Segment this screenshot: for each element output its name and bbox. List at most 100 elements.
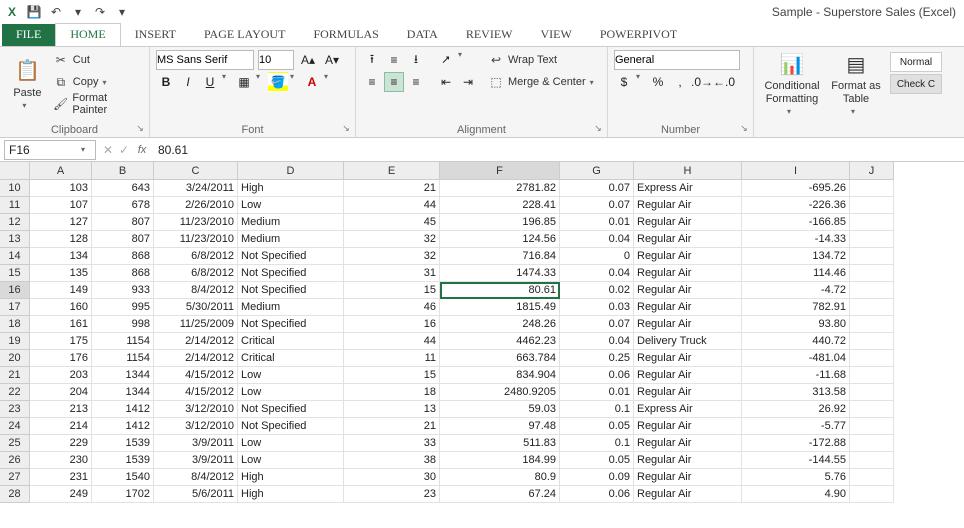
- cell[interactable]: [850, 350, 894, 367]
- cell[interactable]: 161: [30, 316, 92, 333]
- cell[interactable]: -226.36: [742, 197, 850, 214]
- namebox-dropdown-icon[interactable]: ▾: [81, 145, 91, 154]
- cell[interactable]: 46: [344, 299, 440, 316]
- cell[interactable]: 2/14/2012: [154, 333, 238, 350]
- cell[interactable]: 663.784: [440, 350, 560, 367]
- tab-file[interactable]: FILE: [2, 24, 55, 46]
- cell[interactable]: [850, 333, 894, 350]
- cell[interactable]: 124.56: [440, 231, 560, 248]
- format-as-table-button[interactable]: ▤ Format as Table▾: [828, 50, 884, 116]
- cell[interactable]: 107: [30, 197, 92, 214]
- cell[interactable]: 176: [30, 350, 92, 367]
- cell[interactable]: -695.26: [742, 180, 850, 197]
- cell[interactable]: 511.83: [440, 435, 560, 452]
- number-format-combo[interactable]: [614, 50, 740, 70]
- cell[interactable]: Not Specified: [238, 418, 344, 435]
- cell[interactable]: Not Specified: [238, 265, 344, 282]
- cell[interactable]: Medium: [238, 299, 344, 316]
- enter-formula-icon[interactable]: ✓: [116, 142, 132, 158]
- cell[interactable]: Low: [238, 197, 344, 214]
- excel-app-icon[interactable]: X: [4, 4, 20, 20]
- cell[interactable]: 67.24: [440, 486, 560, 503]
- row-header[interactable]: 18: [0, 316, 30, 333]
- cell[interactable]: [850, 299, 894, 316]
- formula-input[interactable]: 80.61: [152, 143, 964, 157]
- cell[interactable]: 782.91: [742, 299, 850, 316]
- cell[interactable]: 1474.33: [440, 265, 560, 282]
- tab-insert[interactable]: INSERT: [121, 24, 190, 46]
- fill-dropdown-icon[interactable]: ▾: [290, 72, 300, 92]
- cell[interactable]: -172.88: [742, 435, 850, 452]
- col-header-D[interactable]: D: [238, 162, 344, 180]
- cell[interactable]: 716.84: [440, 248, 560, 265]
- cell[interactable]: 13: [344, 401, 440, 418]
- italic-button[interactable]: I: [178, 72, 198, 92]
- align-center-button[interactable]: ≡: [384, 72, 404, 92]
- cell[interactable]: 643: [92, 180, 154, 197]
- cell[interactable]: Critical: [238, 333, 344, 350]
- cell[interactable]: 3/12/2010: [154, 401, 238, 418]
- cell[interactable]: 44: [344, 197, 440, 214]
- underline-button[interactable]: U: [200, 72, 220, 92]
- cell[interactable]: 0.07: [560, 180, 634, 197]
- cell[interactable]: 196.85: [440, 214, 560, 231]
- cell[interactable]: -11.68: [742, 367, 850, 384]
- row-header[interactable]: 25: [0, 435, 30, 452]
- cell[interactable]: High: [238, 486, 344, 503]
- cell[interactable]: [850, 265, 894, 282]
- cell[interactable]: 204: [30, 384, 92, 401]
- cell[interactable]: 214: [30, 418, 92, 435]
- cf-dropdown-icon[interactable]: ▾: [787, 107, 797, 116]
- copy-dropdown-icon[interactable]: ▾: [102, 78, 112, 87]
- cell[interactable]: Not Specified: [238, 316, 344, 333]
- cell[interactable]: -5.77: [742, 418, 850, 435]
- cell[interactable]: 1154: [92, 333, 154, 350]
- alignment-dialog-launcher[interactable]: ↘: [592, 122, 604, 134]
- cell[interactable]: 21: [344, 180, 440, 197]
- font-name-combo[interactable]: [156, 50, 254, 70]
- cell[interactable]: 80.9: [440, 469, 560, 486]
- row-header[interactable]: 15: [0, 265, 30, 282]
- cell[interactable]: 2781.82: [440, 180, 560, 197]
- cell[interactable]: [850, 435, 894, 452]
- cell[interactable]: 807: [92, 231, 154, 248]
- border-dropdown-icon[interactable]: ▾: [256, 72, 266, 92]
- row-header[interactable]: 17: [0, 299, 30, 316]
- cell[interactable]: 440.72: [742, 333, 850, 350]
- cell[interactable]: 1344: [92, 384, 154, 401]
- cell[interactable]: 0.1: [560, 401, 634, 418]
- col-header-E[interactable]: E: [344, 162, 440, 180]
- cell[interactable]: 32: [344, 248, 440, 265]
- row-header[interactable]: 22: [0, 384, 30, 401]
- number-dialog-launcher[interactable]: ↘: [738, 122, 750, 134]
- row-header[interactable]: 14: [0, 248, 30, 265]
- increase-indent-button[interactable]: ⇥: [458, 72, 478, 92]
- cell[interactable]: 160: [30, 299, 92, 316]
- cancel-formula-icon[interactable]: ✕: [100, 142, 116, 158]
- cell[interactable]: 135: [30, 265, 92, 282]
- cell[interactable]: 249: [30, 486, 92, 503]
- cell[interactable]: 5.76: [742, 469, 850, 486]
- cell[interactable]: -144.55: [742, 452, 850, 469]
- col-header-J[interactable]: J: [850, 162, 894, 180]
- cell[interactable]: 313.58: [742, 384, 850, 401]
- cell[interactable]: 4.90: [742, 486, 850, 503]
- clipboard-dialog-launcher[interactable]: ↘: [134, 122, 146, 134]
- cell[interactable]: 32: [344, 231, 440, 248]
- cell[interactable]: 1344: [92, 367, 154, 384]
- cell[interactable]: 4462.23: [440, 333, 560, 350]
- qat-customize-icon[interactable]: ▾: [114, 4, 130, 20]
- cell[interactable]: 4/15/2012: [154, 367, 238, 384]
- col-header-G[interactable]: G: [560, 162, 634, 180]
- worksheet-grid[interactable]: 10111213141516171819202122232425262728 A…: [0, 162, 964, 528]
- cell[interactable]: [850, 180, 894, 197]
- cell[interactable]: [850, 469, 894, 486]
- cell[interactable]: [850, 452, 894, 469]
- cell[interactable]: Regular Air: [634, 299, 742, 316]
- fx-icon[interactable]: fx: [132, 144, 152, 156]
- cell[interactable]: -481.04: [742, 350, 850, 367]
- cell[interactable]: 231: [30, 469, 92, 486]
- tab-review[interactable]: REVIEW: [452, 24, 527, 46]
- row-header[interactable]: 26: [0, 452, 30, 469]
- cell[interactable]: 834.904: [440, 367, 560, 384]
